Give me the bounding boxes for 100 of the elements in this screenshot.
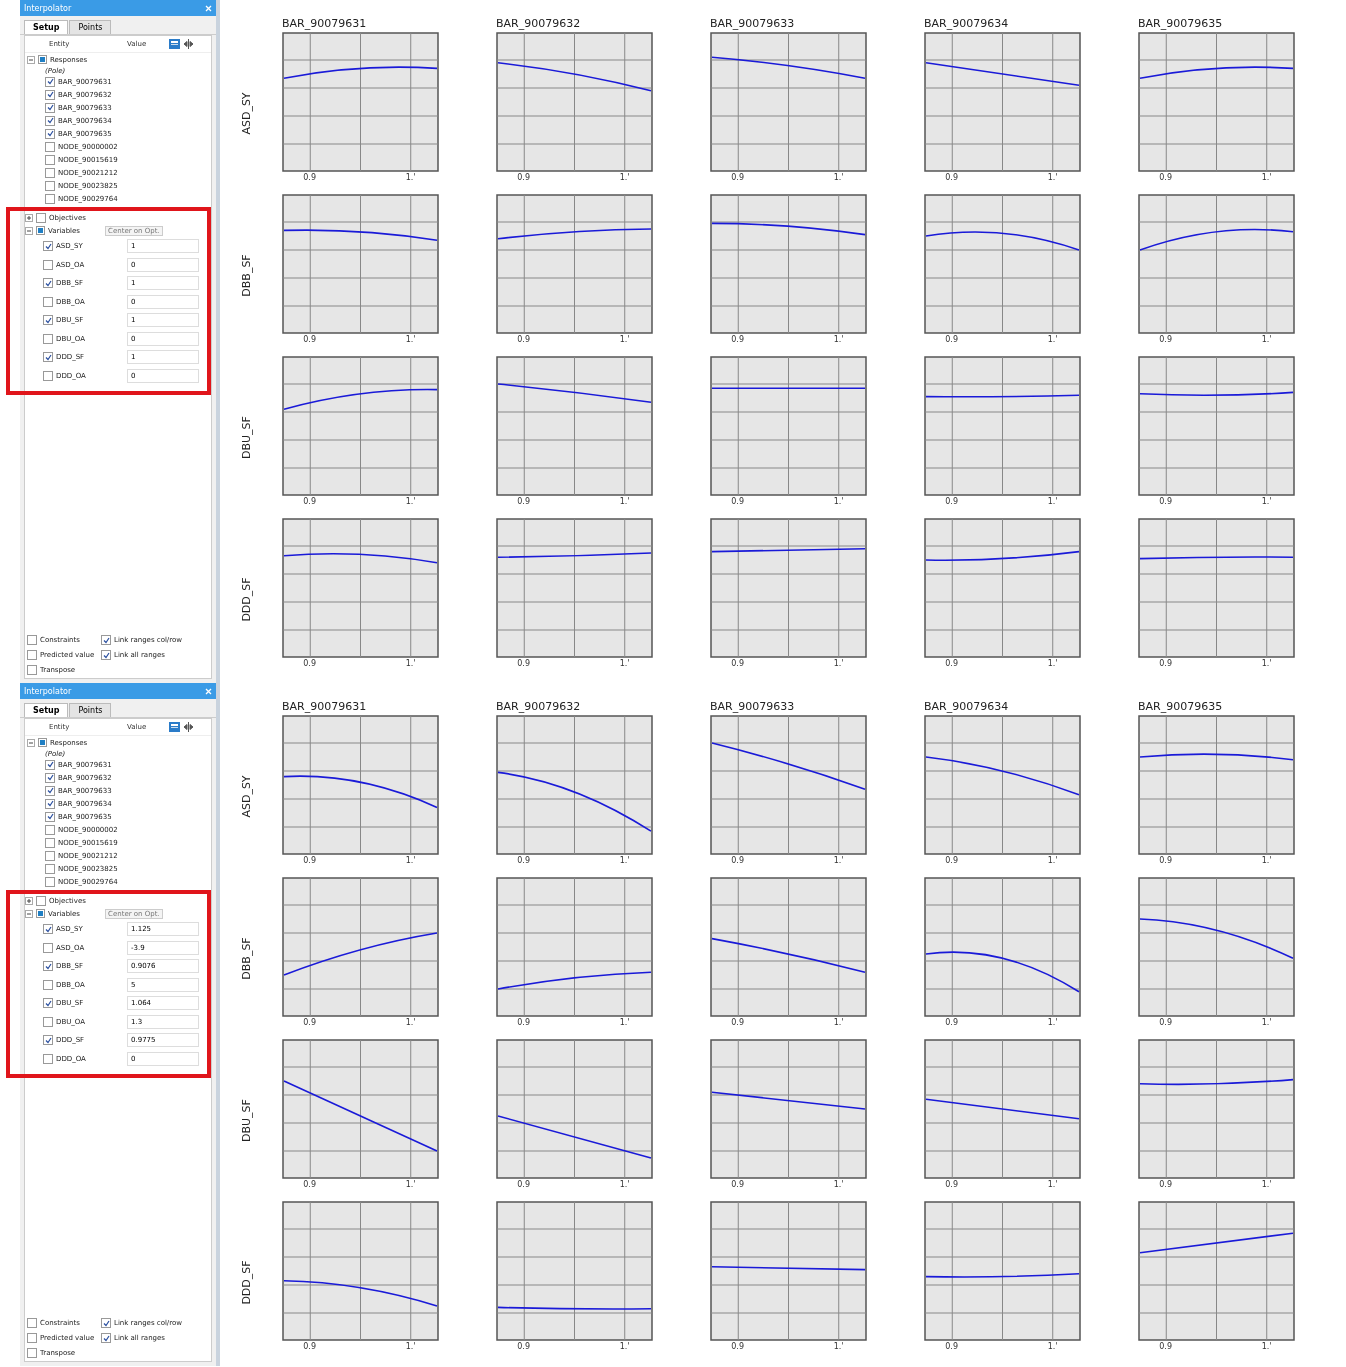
tick-label: 1.' — [619, 1180, 630, 1189]
tick-label: 0.9 — [945, 856, 958, 865]
tick-label: 0.9 — [517, 659, 530, 668]
tick-label: 1.' — [833, 497, 844, 506]
partial-checkbox-icon[interactable] — [38, 738, 47, 747]
expand-icon[interactable] — [25, 213, 33, 222]
checkbox[interactable] — [43, 1016, 53, 1027]
table-icon[interactable] — [169, 39, 180, 49]
checkbox[interactable] — [43, 370, 53, 381]
collapse-icon[interactable] — [25, 909, 33, 918]
tick-label: 0.9 — [945, 1180, 958, 1189]
tick-label: 0.9 — [1159, 497, 1172, 506]
checkbox[interactable] — [43, 333, 53, 344]
checkbox[interactable] — [43, 998, 53, 1009]
tick-label: 0.9 — [303, 1342, 316, 1351]
checkbox[interactable] — [45, 76, 55, 87]
checkbox[interactable] — [43, 259, 53, 270]
checkbox[interactable] — [45, 180, 55, 191]
tick-label: 0.9 — [517, 1018, 530, 1027]
column-title: BAR_90079631 — [281, 17, 368, 32]
checkbox[interactable] — [45, 824, 55, 835]
checkbox[interactable] — [27, 650, 37, 660]
checkbox[interactable] — [45, 850, 55, 861]
tab[interactable]: Setup — [24, 703, 69, 717]
checkbox[interactable] — [45, 128, 55, 139]
tick-label: 0.9 — [1159, 1342, 1172, 1351]
tick-label: 1.' — [405, 856, 416, 865]
column-title: BAR_90079635 — [1137, 17, 1224, 32]
collapse-icon[interactable] — [25, 226, 33, 235]
column-title: BAR_90079633 — [709, 17, 796, 32]
tick-label: 1.' — [1047, 1018, 1058, 1027]
checkbox[interactable] — [45, 785, 55, 796]
expand-icon[interactable] — [25, 896, 33, 905]
checkbox[interactable] — [36, 895, 46, 906]
checkbox[interactable] — [43, 241, 53, 252]
tick-label: 0.9 — [517, 856, 530, 865]
checkbox[interactable] — [45, 102, 55, 113]
column-title: BAR_90079632 — [495, 17, 582, 32]
row-label: DBU_SF — [239, 415, 253, 459]
partial-checkbox-icon[interactable] — [38, 55, 47, 64]
tick-label: 0.9 — [303, 1018, 316, 1027]
table-icon[interactable] — [169, 722, 180, 732]
checkbox[interactable] — [36, 212, 46, 223]
tick-label: 0.9 — [731, 659, 744, 668]
tick-label: 1.' — [1261, 856, 1272, 865]
checkbox[interactable] — [43, 296, 53, 307]
tick-label: 0.9 — [303, 173, 316, 182]
tick-label: 1.' — [833, 1018, 844, 1027]
checkbox[interactable] — [43, 315, 53, 326]
checkbox[interactable] — [101, 650, 111, 660]
checkbox[interactable] — [43, 979, 53, 990]
resize-icon[interactable] — [183, 722, 194, 732]
close-icon[interactable] — [205, 4, 212, 12]
checkbox[interactable] — [45, 759, 55, 770]
tick-label: 1.' — [1261, 659, 1272, 668]
checkbox[interactable] — [45, 811, 55, 822]
close-icon[interactable] — [205, 687, 212, 695]
checkbox[interactable] — [45, 167, 55, 178]
tab[interactable]: Setup — [24, 20, 69, 34]
checkbox[interactable] — [27, 635, 37, 645]
tab[interactable]: Points — [69, 20, 112, 34]
checkbox[interactable] — [45, 798, 55, 809]
collapse-icon[interactable] — [27, 55, 35, 64]
column-title: BAR_90079633 — [709, 700, 796, 715]
checkbox[interactable] — [43, 961, 53, 972]
checkbox[interactable] — [101, 1333, 111, 1343]
checkbox[interactable] — [45, 193, 55, 204]
tick-label: 0.9 — [303, 659, 316, 668]
checkbox[interactable] — [27, 1318, 37, 1328]
checkbox[interactable] — [45, 89, 55, 100]
checkbox[interactable] — [45, 876, 55, 887]
tick-label: 1.' — [405, 335, 416, 344]
checkbox[interactable] — [45, 837, 55, 848]
tick-label: 1.' — [1047, 1180, 1058, 1189]
checkbox[interactable] — [43, 278, 53, 289]
partial-checkbox-icon[interactable] — [36, 909, 45, 918]
checkbox[interactable] — [45, 863, 55, 874]
checkbox[interactable] — [45, 772, 55, 783]
tick-label: 1.' — [405, 173, 416, 182]
collapse-icon[interactable] — [27, 738, 35, 747]
checkbox[interactable] — [101, 635, 111, 645]
tab[interactable]: Points — [69, 703, 112, 717]
checkbox[interactable] — [43, 942, 53, 953]
checkbox[interactable] — [45, 154, 55, 165]
checkbox[interactable] — [27, 1348, 37, 1358]
resize-icon[interactable] — [183, 39, 194, 49]
checkbox[interactable] — [43, 924, 53, 935]
checkbox[interactable] — [43, 1035, 53, 1046]
checkbox[interactable] — [43, 352, 53, 363]
column-title: BAR_90079631 — [281, 700, 368, 715]
checkbox[interactable] — [45, 115, 55, 126]
checkbox[interactable] — [27, 665, 37, 675]
tick-label: 0.9 — [945, 497, 958, 506]
checkbox[interactable] — [27, 1333, 37, 1343]
checkbox[interactable] — [101, 1318, 111, 1328]
tick-label: 0.9 — [731, 1342, 744, 1351]
checkbox[interactable] — [43, 1053, 53, 1064]
checkbox[interactable] — [45, 141, 55, 152]
partial-checkbox-icon[interactable] — [36, 226, 45, 235]
tick-label: 0.9 — [1159, 335, 1172, 344]
